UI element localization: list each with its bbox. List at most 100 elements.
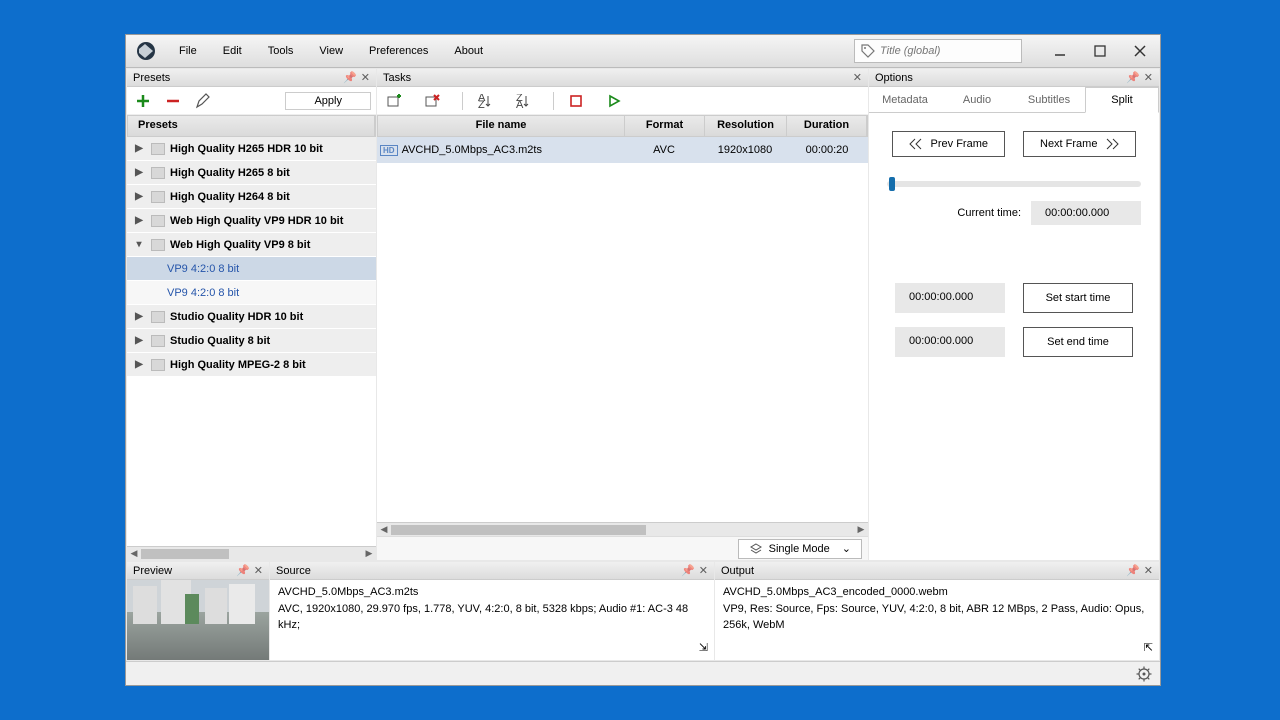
svg-text:A: A [516, 99, 524, 108]
pin-icon[interactable]: 📌 [1126, 564, 1140, 577]
folder-icon [151, 191, 165, 203]
output-filename: AVCHD_5.0Mbps_AC3_encoded_0000.webm [723, 584, 1151, 601]
close-icon[interactable]: ✕ [254, 564, 263, 577]
output-panel: Output 📌 ✕ AVCHD_5.0Mbps_AC3_encoded_0000… [715, 562, 1159, 660]
hd-icon: HD [380, 145, 398, 156]
preset-item[interactable]: VP9 4:2:0 8 bit [127, 281, 376, 305]
folder-icon [151, 311, 165, 323]
scroll-right-button[interactable]: ▶ [362, 548, 376, 560]
scroll-left-button[interactable]: ◀ [377, 524, 391, 536]
window-buttons [1040, 35, 1160, 67]
col-duration[interactable]: Duration [787, 116, 867, 136]
output-info: VP9, Res: Source, Fps: Source, YUV, 4:2:… [723, 601, 1151, 634]
preview-thumbnail[interactable] [127, 580, 269, 660]
close-icon[interactable]: ✕ [853, 71, 862, 84]
close-button[interactable] [1120, 35, 1160, 67]
apply-button[interactable]: Apply [285, 92, 371, 110]
presets-panel: Presets 📌 ✕ Apply Presets ▶High Quality … [127, 69, 376, 560]
preview-title: Preview [133, 565, 172, 577]
tab-metadata[interactable]: Metadata [869, 87, 941, 112]
sort-asc-button[interactable]: AZ [474, 90, 496, 112]
horizontal-scrollbar[interactable]: ◀ ▶ [377, 522, 868, 536]
pin-icon[interactable]: 📌 [681, 564, 695, 577]
tab-audio[interactable]: Audio [941, 87, 1013, 112]
remove-task-button[interactable] [421, 90, 443, 112]
maximize-button[interactable] [1080, 35, 1120, 67]
tab-split[interactable]: Split [1085, 87, 1159, 113]
remove-preset-button[interactable] [162, 90, 184, 112]
preset-folder[interactable]: ▶High Quality H264 8 bit [127, 185, 376, 209]
svg-text:Z: Z [478, 99, 485, 108]
single-mode-button[interactable]: Single Mode ⌄ [738, 539, 862, 559]
stop-button[interactable] [565, 90, 587, 112]
presets-column-header: Presets [127, 115, 376, 137]
close-icon[interactable]: ✕ [699, 564, 708, 577]
gear-icon[interactable] [1136, 666, 1152, 682]
scroll-right-button[interactable]: ▶ [854, 524, 868, 536]
current-time-value: 00:00:00.000 [1031, 201, 1141, 225]
titlebar: File Edit Tools View Preferences About [126, 35, 1160, 68]
preset-folder[interactable]: ▶High Quality H265 8 bit [127, 161, 376, 185]
preset-folder[interactable]: ▶Studio Quality HDR 10 bit [127, 305, 376, 329]
play-button[interactable] [603, 90, 625, 112]
folder-icon [151, 335, 165, 347]
preset-tree[interactable]: ▶High Quality H265 HDR 10 bit ▶High Qual… [127, 137, 376, 546]
task-row[interactable]: HDAVCHD_5.0Mbps_AC3.m2ts AVC 1920x1080 0… [377, 137, 868, 163]
menu-about[interactable]: About [441, 45, 496, 57]
expand-icon[interactable]: ⇲ [699, 640, 708, 657]
pin-icon[interactable]: 📌 [343, 71, 357, 84]
prev-frame-button[interactable]: Prev Frame [892, 131, 1005, 157]
end-time-value: 00:00:00.000 [895, 327, 1005, 357]
pin-icon[interactable]: 📌 [1126, 71, 1140, 84]
bottom-area: Preview 📌✕ Source 📌✕ AV [126, 561, 1160, 661]
next-frame-button[interactable]: Next Frame [1023, 131, 1136, 157]
expand-icon[interactable]: ⇱ [1144, 640, 1153, 657]
preset-folder[interactable]: ▶Web High Quality VP9 HDR 10 bit [127, 209, 376, 233]
tasks-table: File name Format Resolution Duration HDA… [377, 115, 868, 522]
set-end-time-button[interactable]: Set end time [1023, 327, 1133, 357]
pin-icon[interactable]: 📌 [236, 564, 250, 577]
timeline-slider[interactable] [887, 181, 1141, 187]
menu-edit[interactable]: Edit [210, 45, 255, 57]
search-box[interactable] [854, 39, 1022, 63]
minimize-button[interactable] [1040, 35, 1080, 67]
folder-icon [151, 215, 165, 227]
preset-item-selected[interactable]: VP9 4:2:0 8 bit [127, 257, 376, 281]
preset-folder[interactable]: ▶Studio Quality 8 bit [127, 329, 376, 353]
menu-file[interactable]: File [166, 45, 210, 57]
scroll-left-button[interactable]: ◀ [127, 548, 141, 560]
col-filename[interactable]: File name [378, 116, 625, 136]
status-bar [126, 661, 1160, 685]
preset-folder-expanded[interactable]: ▾Web High Quality VP9 8 bit [127, 233, 376, 257]
horizontal-scrollbar[interactable]: ◀ ▶ [127, 546, 376, 560]
add-preset-button[interactable] [132, 90, 154, 112]
main-menu: File Edit Tools View Preferences About [166, 45, 496, 57]
col-format[interactable]: Format [625, 116, 705, 136]
sort-desc-button[interactable]: ZA [512, 90, 534, 112]
preview-panel: Preview 📌 ✕ [127, 562, 269, 660]
presets-title: Presets [133, 72, 170, 84]
add-task-button[interactable] [383, 90, 405, 112]
close-icon[interactable]: ✕ [1144, 71, 1153, 84]
set-start-time-button[interactable]: Set start time [1023, 283, 1133, 313]
menu-view[interactable]: View [306, 45, 356, 57]
source-panel: Source 📌✕ AVCHD_5.0Mbps_AC3.m2ts AVC, 19… [270, 562, 714, 660]
preset-folder[interactable]: ▶High Quality MPEG-2 8 bit [127, 353, 376, 377]
menu-preferences[interactable]: Preferences [356, 45, 441, 57]
menu-tools[interactable]: Tools [255, 45, 307, 57]
chevron-down-icon: ⌄ [842, 542, 851, 555]
output-title: Output [721, 565, 754, 577]
edit-preset-button[interactable] [192, 90, 214, 112]
close-icon[interactable]: ✕ [1144, 564, 1153, 577]
folder-icon [151, 359, 165, 371]
slider-thumb[interactable] [889, 177, 895, 191]
tasks-title: Tasks [383, 72, 411, 84]
close-icon[interactable]: ✕ [361, 71, 370, 84]
col-resolution[interactable]: Resolution [705, 116, 787, 136]
tasks-panel: Tasks ✕ AZ ZA File name Format Resolutio… [377, 69, 868, 560]
current-time-label: Current time: [957, 207, 1021, 219]
tag-icon [861, 44, 875, 58]
tab-subtitles[interactable]: Subtitles [1013, 87, 1085, 112]
search-input[interactable] [880, 45, 1015, 57]
preset-folder[interactable]: ▶High Quality H265 HDR 10 bit [127, 137, 376, 161]
